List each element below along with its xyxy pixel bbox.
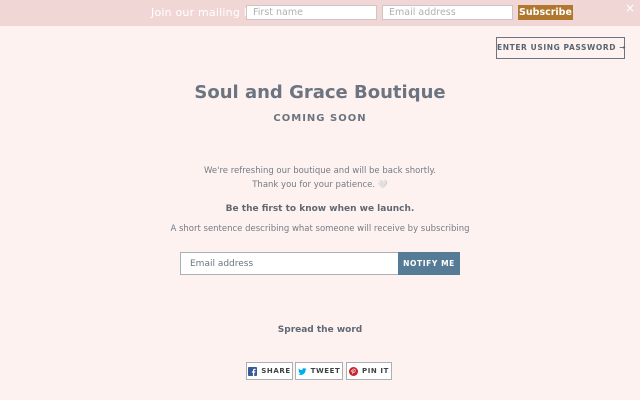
store-title: Soul and Grace Boutique: [194, 82, 446, 103]
pin-it-label: PIN IT: [361, 367, 389, 375]
store-message-text: We're refreshing our boutique and will b…: [203, 166, 436, 190]
subscribe-button[interactable]: Subscribe: [518, 5, 573, 20]
launch-heading: Be the first to know when we launch.: [225, 204, 415, 214]
pinterest-pin-button[interactable]: PIN IT: [346, 362, 392, 380]
twitter-icon: [297, 367, 307, 376]
heart-icon: 🤍: [377, 180, 388, 189]
mailing-email-input[interactable]: [382, 5, 513, 20]
facebook-share-button[interactable]: SHARE: [246, 362, 293, 380]
store-message: We're refreshing our boutique and will b…: [195, 165, 445, 192]
subscribe-description: A short sentence describing what someone…: [170, 224, 470, 234]
first-name-input[interactable]: [246, 5, 377, 20]
enter-using-password-button[interactable]: ENTER USING PASSWORD →: [496, 37, 626, 59]
coming-soon-heading: COMING SOON: [273, 113, 367, 124]
tweet-label: TWEET: [310, 367, 341, 375]
notify-me-button[interactable]: NOTIFY ME: [398, 252, 460, 275]
twitter-tweet-button[interactable]: TWEET: [295, 362, 343, 380]
share-label: SHARE: [261, 367, 291, 375]
facebook-icon: [248, 366, 258, 376]
pinterest-icon: [348, 366, 358, 376]
mailing-list-bar: Join our mailing list Subscribe ×: [0, 0, 640, 26]
mailing-list-label: Join our mailing list: [151, 6, 261, 19]
close-icon[interactable]: ×: [624, 1, 636, 15]
spread-the-word-heading: Spread the word: [277, 325, 363, 335]
newsletter-email-input[interactable]: [180, 252, 398, 275]
